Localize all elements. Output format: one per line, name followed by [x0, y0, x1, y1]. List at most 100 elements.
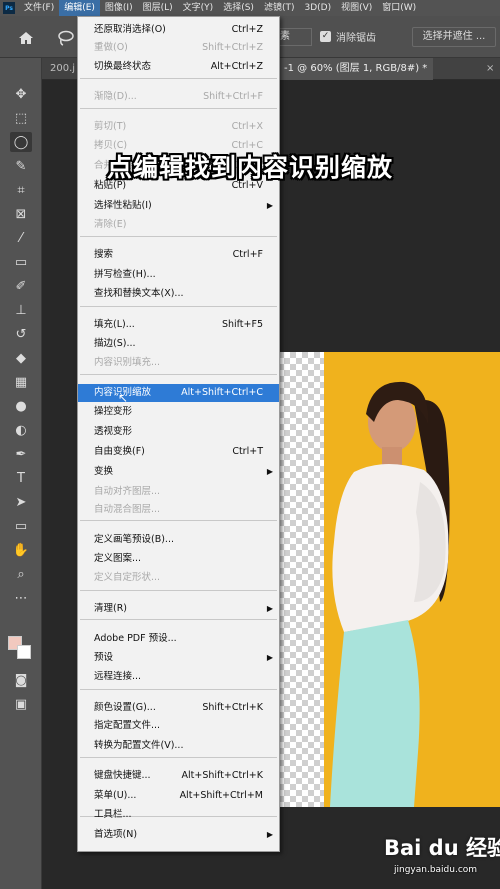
- menu-item-29[interactable]: 远程连接...: [78, 668, 279, 686]
- stamp-tool-icon[interactable]: ⊥: [10, 300, 32, 320]
- menu-item-label: 自动混合图层...: [94, 504, 161, 515]
- history-brush-tool-icon[interactable]: ↺: [10, 324, 32, 344]
- menu-item-2[interactable]: 切换最终状态 Alt+Ctrl+Z: [78, 58, 279, 76]
- menu-item-shortcut: Alt+Shift+Ctrl+K: [181, 770, 263, 781]
- menu-separator: [80, 757, 277, 758]
- eraser-tool-icon[interactable]: ◆: [10, 348, 32, 368]
- healing-tool-icon[interactable]: ▭: [10, 252, 32, 272]
- menu-item-shortcut: Shift+Ctrl+K: [202, 702, 263, 713]
- menu-item-8[interactable]: 选择性粘贴(I) ▶: [78, 197, 279, 215]
- menu-item-shortcut: Ctrl+X: [231, 121, 263, 132]
- menu-layer[interactable]: 图层(L): [138, 0, 178, 16]
- menu-item-label: 描边(S)...: [94, 338, 136, 349]
- menu-separator: [80, 590, 277, 591]
- menu-item-33[interactable]: 键盘快捷键... Alt+Shift+Ctrl+K: [78, 767, 279, 785]
- shape-tool-icon[interactable]: ▭: [10, 516, 32, 536]
- menu-item-27[interactable]: Adobe PDF 预设...: [78, 630, 279, 648]
- menu-bar: Ps 文件(F) 编辑(E) 图像(I) 图层(L) 文字(Y) 选择(S) 滤…: [0, 0, 500, 16]
- zoom-tool-icon[interactable]: ⌕: [10, 564, 32, 584]
- menu-edit[interactable]: 编辑(E): [59, 0, 100, 16]
- quick-mask-icon[interactable]: ◙: [10, 670, 32, 690]
- menu-item-label: 工具栏...: [94, 809, 132, 820]
- menu-item-11[interactable]: 拼写检查(H)...: [78, 266, 279, 284]
- anti-alias-label: 消除锯齿: [336, 33, 376, 44]
- menu-item-23[interactable]: 定义画笔预设(B)...: [78, 531, 279, 549]
- menu-select[interactable]: 选择(S): [218, 0, 259, 16]
- hand-tool-icon[interactable]: ✋: [10, 540, 32, 560]
- menu-item-19[interactable]: 自由变换(F) Ctrl+T: [78, 443, 279, 461]
- menu-item-label: 清理(R): [94, 603, 128, 614]
- menu-view[interactable]: 视图(V): [336, 0, 377, 16]
- type-tool-icon[interactable]: T: [10, 468, 32, 488]
- menu-item-36[interactable]: 首选项(N) ▶: [78, 826, 279, 844]
- menu-item-shortcut: Shift+F5: [221, 319, 263, 330]
- menu-item-label: 切换最终状态: [94, 61, 152, 72]
- menu-item-label: Adobe PDF 预设...: [94, 633, 177, 644]
- pen-tool-icon[interactable]: ✒: [10, 444, 32, 464]
- menu-item-label: 选择性粘贴(I): [94, 200, 152, 211]
- menu-item-label: 定义自定形状...: [94, 572, 161, 583]
- menu-item-16[interactable]: 内容识别缩放 Alt+Shift+Ctrl+C ↖: [78, 384, 279, 405]
- menu-item-10[interactable]: 搜索 Ctrl+F: [78, 246, 279, 264]
- tab-document-2[interactable]: -1 @ 60% (图层 1, RGB/8#) *: [278, 58, 434, 80]
- marquee-tool-icon[interactable]: ⬚: [10, 108, 32, 128]
- menu-item-22: 自动混合图层...: [78, 501, 279, 519]
- tab-document-1[interactable]: 200.j: [44, 58, 81, 80]
- baidu-watermark: Bai du 经验 jingyan.baidu.com: [384, 832, 500, 882]
- menu-item-shortcut: Ctrl+T: [232, 446, 263, 457]
- menu-item-32[interactable]: 转换为配置文件(V)...: [78, 737, 279, 755]
- menu-item-26[interactable]: 清理(R) ▶: [78, 600, 279, 618]
- menu-window[interactable]: 窗口(W): [377, 0, 421, 16]
- menu-item-35[interactable]: 工具栏...: [78, 806, 279, 824]
- menu-item-label: 渐隐(D)...: [94, 91, 137, 102]
- lasso-icon[interactable]: [56, 28, 76, 48]
- blur-tool-icon[interactable]: ●: [10, 396, 32, 416]
- menu-item-shortcut: Ctrl+F: [232, 249, 263, 260]
- menu-item-14[interactable]: 描边(S)...: [78, 335, 279, 353]
- menu-item-label: 转换为配置文件(V)...: [94, 740, 184, 751]
- anti-alias-checkbox[interactable]: ✓: [320, 31, 331, 42]
- menu-type[interactable]: 文字(Y): [178, 0, 219, 16]
- menu-item-30[interactable]: 颜色设置(G)... Shift+Ctrl+K: [78, 699, 279, 717]
- gradient-tool-icon[interactable]: ▦: [10, 372, 32, 392]
- submenu-arrow-icon: ▶: [266, 830, 273, 839]
- menu-separator: [80, 236, 277, 237]
- menu-item-shortcut: Ctrl+Z: [231, 24, 263, 35]
- menu-item-shortcut: Shift+Ctrl+F: [203, 91, 263, 102]
- menu-item-17[interactable]: 操控变形: [78, 403, 279, 421]
- menu-file[interactable]: 文件(F): [19, 0, 59, 16]
- brush-tool-icon[interactable]: ✐: [10, 276, 32, 296]
- home-icon[interactable]: [18, 30, 34, 46]
- frame-tool-icon[interactable]: ⊠: [10, 204, 32, 224]
- background-color-swatch[interactable]: [17, 645, 31, 659]
- menu-item-28[interactable]: 预设 ▶: [78, 649, 279, 667]
- menu-item-label: 透视变形: [94, 426, 133, 437]
- menu-item-0[interactable]: 还原取消选择(O) Ctrl+Z: [78, 21, 279, 39]
- menu-separator: [80, 689, 277, 690]
- dodge-tool-icon[interactable]: ◐: [10, 420, 32, 440]
- tutorial-caption: 点编辑找到内容识别缩放: [106, 153, 393, 182]
- submenu-arrow-icon: ▶: [266, 604, 273, 613]
- more-tools-icon[interactable]: ⋯: [10, 588, 32, 608]
- menu-item-31[interactable]: 指定配置文件...: [78, 717, 279, 735]
- path-select-tool-icon[interactable]: ➤: [10, 492, 32, 512]
- menu-item-34[interactable]: 菜单(U)... Alt+Shift+Ctrl+M: [78, 787, 279, 805]
- feather-field[interactable]: 素: [276, 28, 312, 46]
- menu-3d[interactable]: 3D(D): [299, 0, 336, 16]
- menu-filter[interactable]: 滤镜(T): [259, 0, 300, 16]
- menu-item-24[interactable]: 定义图案...: [78, 550, 279, 568]
- move-tool-icon[interactable]: ✥: [10, 84, 32, 104]
- menu-item-12[interactable]: 查找和替换文本(X)...: [78, 285, 279, 303]
- screen-mode-icon[interactable]: ▣: [10, 694, 32, 714]
- select-and-mask-button[interactable]: 选择并遮住 ...: [412, 27, 496, 47]
- menu-image[interactable]: 图像(I): [100, 0, 138, 16]
- menu-item-13[interactable]: 填充(L)... Shift+F5: [78, 316, 279, 334]
- menu-item-label: 指定配置文件...: [94, 720, 161, 731]
- menu-item-21: 自动对齐图层...: [78, 483, 279, 501]
- eyedropper-tool-icon[interactable]: ⁄: [10, 228, 32, 248]
- menu-item-label: 菜单(U)...: [94, 790, 137, 801]
- tab-close-icon[interactable]: ×: [480, 58, 500, 80]
- menu-item-20[interactable]: 变换 ▶: [78, 463, 279, 481]
- menu-item-18[interactable]: 透视变形: [78, 423, 279, 441]
- edit-menu-dropdown: 还原取消选择(O) Ctrl+Z 重做(O) Shift+Ctrl+Z 切换最终状态 Al…: [77, 16, 280, 852]
